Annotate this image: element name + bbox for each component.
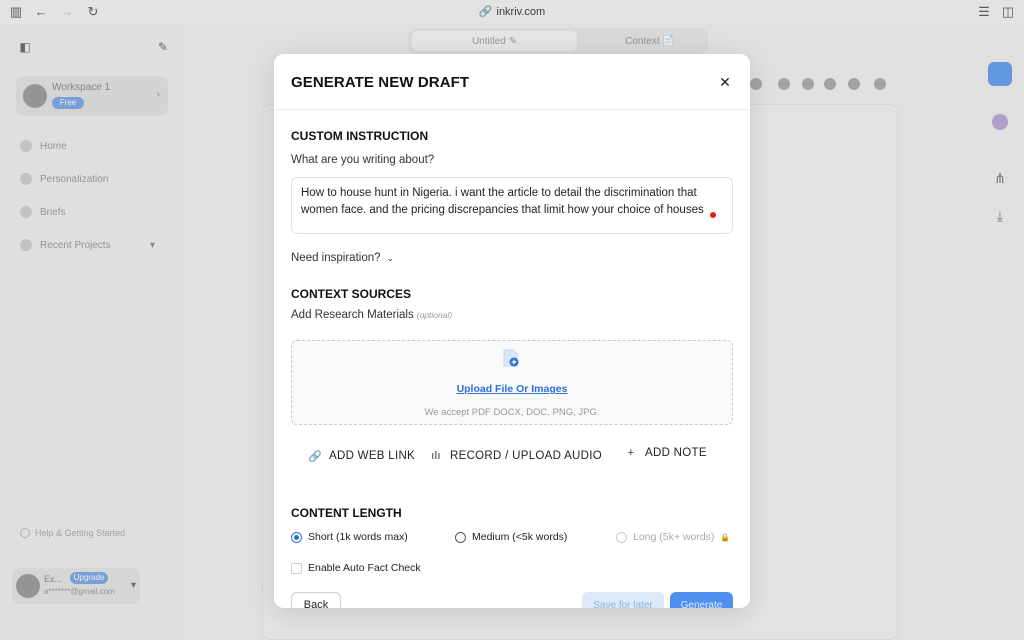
record-upload-audio-button[interactable]: ılı RECORD / UPLOAD AUDIO [429,448,602,464]
radio-button [616,531,627,543]
audio-waveform-icon: ılı [431,450,441,462]
generate-draft-dialog: GENERATE NEW DRAFT ✕ CUSTOM INSTRUCTION … [274,54,750,608]
auto-fact-check-toggle[interactable]: Enable Auto Fact Check [291,561,421,575]
recording-indicator-icon [710,212,716,218]
add-web-link-label: ADD WEB LINK [329,450,416,462]
link-icon: 🔗 [308,450,322,463]
custom-instruction-heading: CUSTOM INSTRUCTION [291,129,429,143]
save-for-later-button[interactable]: Save for later [582,592,664,608]
optional-tag: (optional) [416,310,453,320]
upload-file-link[interactable]: Upload File Or Images [292,383,732,395]
upload-dropzone[interactable]: Upload File Or Images We accept PDF DOCX… [291,340,733,425]
length-option-short[interactable]: Short (1k words max) [291,530,408,544]
length-option-label: Long (5k+ words) [633,531,715,543]
length-option-label: Medium (<5k words) [472,531,568,543]
dialog-title: GENERATE NEW DRAFT [291,74,470,91]
context-sources-heading: CONTEXT SOURCES [291,287,412,301]
dialog-header: GENERATE NEW DRAFT ✕ [274,54,750,110]
add-note-button[interactable]: + ADD NOTE [624,445,707,461]
research-materials-label: Add Research Materials (optional) [291,309,452,321]
plus-icon: + [627,447,635,459]
chevron-down-icon: ⌄ [386,252,395,263]
accepted-formats-text: We accept PDF DOCX, DOC, PNG, JPG. [424,407,600,418]
fact-check-label: Enable Auto Fact Check [308,562,421,574]
generate-button[interactable]: Generate [670,592,733,608]
length-option-label: Short (1k words max) [308,531,408,543]
instruction-text: How to house hunt in Nigeria. i want the… [301,187,704,216]
length-option-medium[interactable]: Medium (<5k words) [455,530,567,544]
inspiration-toggle[interactable]: Need inspiration? ⌄ [291,252,394,264]
add-note-label: ADD NOTE [645,447,707,459]
back-button[interactable]: Back [291,592,341,608]
close-icon[interactable]: ✕ [717,74,733,90]
custom-instruction-question: What are you writing about? [291,154,435,166]
checkbox[interactable] [291,562,302,574]
radio-button[interactable] [291,531,302,543]
inspiration-label: Need inspiration? [291,252,381,264]
instruction-textarea[interactable]: How to house hunt in Nigeria. i want the… [291,177,733,234]
radio-button[interactable] [455,531,466,543]
add-web-link-button[interactable]: 🔗 ADD WEB LINK [308,448,415,464]
lock-icon: 🔒 [720,532,731,542]
record-audio-label: RECORD / UPLOAD AUDIO [450,450,602,462]
file-upload-icon [503,349,519,367]
content-length-heading: CONTENT LENGTH [291,506,402,520]
length-option-long: Long (5k+ words) 🔒 [616,530,730,544]
research-materials-text: Add Research Materials [291,309,414,321]
